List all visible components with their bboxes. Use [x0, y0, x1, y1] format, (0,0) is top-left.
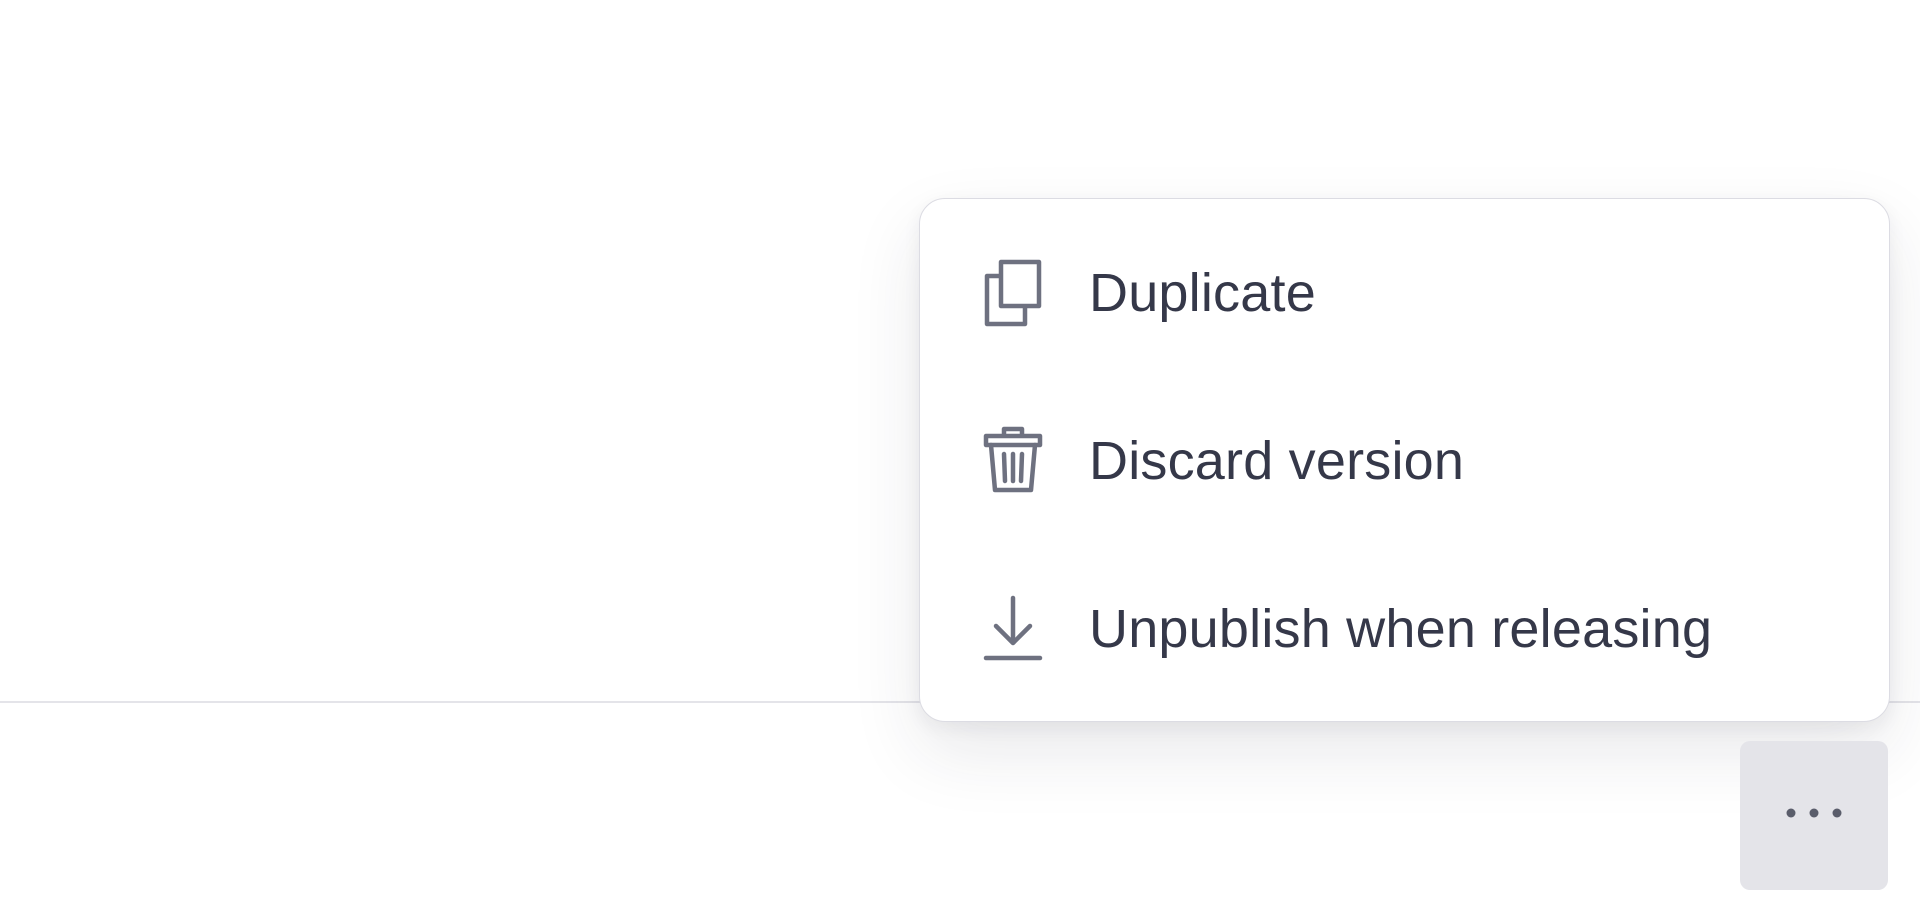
- menu-item-label: Duplicate: [1089, 263, 1316, 323]
- menu-item-label: Discard version: [1089, 431, 1465, 491]
- menu-item-label: Unpublish when releasing: [1089, 599, 1713, 659]
- download-icon: [982, 595, 1044, 661]
- ellipsis-icon: [1783, 806, 1845, 825]
- menu-item-duplicate[interactable]: Duplicate: [920, 238, 1889, 348]
- menu-item-unpublish-when-releasing[interactable]: Unpublish when releasing: [920, 574, 1889, 684]
- duplicate-icon: [982, 259, 1044, 327]
- menu-item-discard-version[interactable]: Discard version: [920, 406, 1889, 516]
- more-options-button[interactable]: [1740, 741, 1888, 890]
- trash-icon: [982, 426, 1044, 493]
- context-menu: Duplicate Discard version Unpublish when…: [919, 198, 1890, 722]
- document-panel: Duplicate Discard version Unpublish when…: [0, 0, 1920, 908]
